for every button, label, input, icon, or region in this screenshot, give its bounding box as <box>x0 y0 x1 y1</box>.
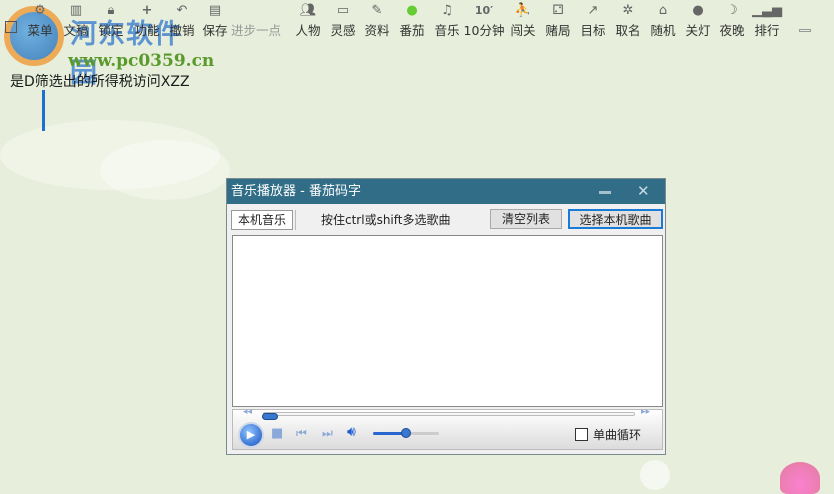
lotus-decoration <box>780 462 820 494</box>
save-icon: ▤ <box>208 3 222 18</box>
tomato-icon: ● <box>406 3 418 18</box>
multi-select-hint: 按住ctrl或shift多选歌曲 <box>321 213 451 227</box>
rank-icon: ▁▃▅ <box>752 3 782 18</box>
people-icon: 👥︎ <box>299 3 317 18</box>
fast-forward-icon[interactable]: ▸▸ <box>641 407 650 417</box>
single-loop-label: 单曲循环 <box>593 428 642 442</box>
volume-handle[interactable] <box>401 428 411 438</box>
rewind-icon[interactable]: ◂◂ <box>243 407 252 417</box>
previous-icon[interactable]: ⏮ <box>296 426 307 441</box>
next-icon[interactable]: ⏭ <box>322 426 333 441</box>
song-list[interactable] <box>232 235 663 407</box>
choose-songs-button[interactable]: 选择本机歌曲 <box>568 209 663 229</box>
random-icon: ⌂ <box>658 3 668 18</box>
gear-icon: ⚙ <box>34 3 46 18</box>
toolbar-label: 进步一点 <box>230 23 281 38</box>
plus-icon: + <box>141 3 153 18</box>
undo-icon: ↶ <box>176 3 188 18</box>
clear-list-button[interactable]: 清空列表 <box>490 209 562 229</box>
text-caret <box>42 90 45 131</box>
volume-icon[interactable]: 🔊︎ <box>347 424 356 440</box>
toolbar-rank[interactable]: ▁▃▅ 排行 <box>750 0 784 44</box>
note-icon: ▭ <box>336 3 350 18</box>
music-icon: ♫ <box>441 3 453 18</box>
book-icon: ▥ <box>69 3 83 18</box>
music-player-window: 音乐播放器 - 番茄码字 ✕ 本机音乐 按住ctrl或shift多选歌曲 清空列… <box>226 178 666 455</box>
seek-handle[interactable] <box>262 413 278 420</box>
bulb-icon: ● <box>692 3 704 18</box>
document-text[interactable]: 是D筛选出的所得税访问XZZ <box>10 71 190 91</box>
toolbar-save[interactable]: ▤ 保存 <box>198 0 232 44</box>
single-loop-checkbox[interactable]: 单曲循环 <box>575 426 641 443</box>
toolbar-progress[interactable]: 进步一点 <box>231 0 281 44</box>
play-button[interactable]: ▶ <box>238 422 264 448</box>
window-close-icon[interactable]: ✕ <box>637 179 650 204</box>
toolbar-label: 排行 <box>754 23 780 38</box>
checkbox-box[interactable] <box>575 428 588 441</box>
pen-icon: ✎ <box>371 3 383 18</box>
dice-icon: ⚁ <box>552 3 564 18</box>
tab-divider <box>295 210 297 230</box>
window-minimize-icon[interactable] <box>599 191 611 194</box>
stop-icon[interactable]: ■ <box>271 426 283 441</box>
window-titlebar[interactable]: 音乐播放器 - 番茄码字 ✕ <box>227 179 665 204</box>
moon-icon: ☽ <box>726 3 738 18</box>
tab-local-music[interactable]: 本机音乐 <box>231 210 293 230</box>
seek-bar[interactable] <box>262 412 635 420</box>
timer-icon: 10′ <box>474 4 494 17</box>
player-controls: ◂◂ ▸▸ ▶ ■ ⏮ ⏭ 🔊︎ 单曲循环 <box>232 407 663 450</box>
name-icon: ✲ <box>622 3 634 18</box>
minimize-button[interactable] <box>799 29 811 32</box>
window-title: 音乐播放器 - 番茄码字 <box>231 184 361 199</box>
target-icon: ↗ <box>587 3 599 18</box>
lock-icon: 🔒︎ <box>107 3 115 18</box>
climb-icon: ⛹ <box>514 3 532 18</box>
